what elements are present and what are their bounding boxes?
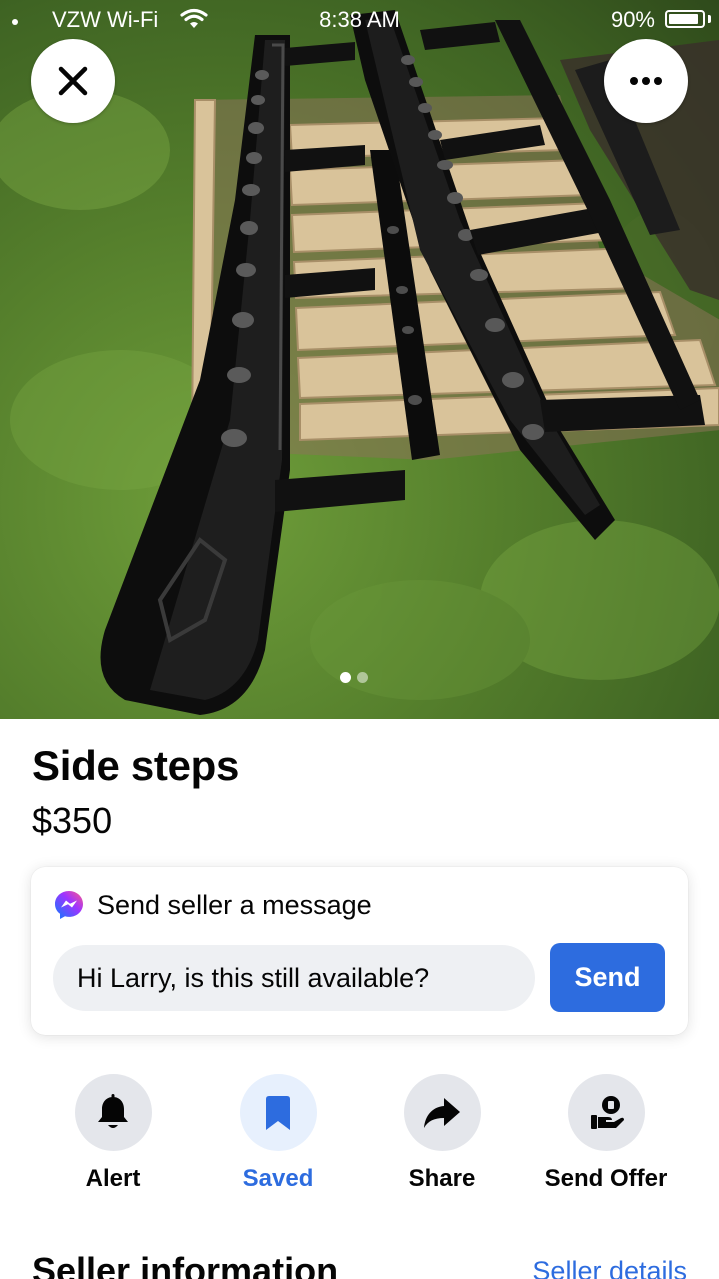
page-dot-active[interactable] — [340, 672, 351, 683]
close-button[interactable] — [31, 39, 115, 123]
message-seller-card: Send seller a message Hi Larry, is this … — [31, 867, 688, 1035]
photo-content — [0, 10, 719, 715]
seller-details-link[interactable]: Seller details — [532, 1256, 687, 1279]
send-offer-icon-wrap[interactable] — [567, 1074, 645, 1151]
listing-photo[interactable] — [0, 0, 719, 719]
more-options-button[interactable] — [604, 39, 688, 123]
bell-icon — [98, 1093, 128, 1128]
alert-label: Alert — [85, 1165, 141, 1192]
listing-title: Side steps — [32, 742, 240, 789]
close-icon — [58, 66, 88, 96]
alert-button[interactable]: Alert — [33, 1074, 193, 1193]
seller-info-heading: Seller information — [32, 1250, 339, 1279]
more-icon — [630, 77, 662, 85]
share-icon — [424, 1097, 460, 1128]
saved-icon-wrap[interactable] — [239, 1074, 317, 1151]
page-dot[interactable] — [357, 672, 368, 683]
share-label: Share — [408, 1165, 476, 1192]
share-icon-wrap[interactable] — [403, 1074, 481, 1151]
send-offer-icon — [591, 1095, 624, 1129]
saved-button[interactable]: Saved — [198, 1074, 358, 1193]
send-offer-label: Send Offer — [544, 1165, 668, 1192]
share-button[interactable]: Share — [362, 1074, 522, 1193]
battery-icon — [665, 10, 705, 28]
status-bar: VZW Wi-Fi 8:38 AM 90% — [0, 0, 719, 40]
battery-percent: 90% — [610, 7, 655, 32]
listing-price: $350 — [32, 800, 113, 841]
saved-label: Saved — [242, 1165, 314, 1192]
messenger-icon — [55, 891, 83, 919]
message-input[interactable]: Hi Larry, is this still available? — [53, 945, 535, 1011]
send-button[interactable]: Send — [550, 943, 665, 1012]
message-header: Send seller a message — [53, 889, 372, 921]
send-offer-button[interactable]: Send Offer — [526, 1074, 686, 1193]
battery-nub — [708, 15, 711, 23]
battery-level — [669, 14, 698, 24]
alert-icon-wrap[interactable] — [74, 1074, 152, 1151]
photo-pagination[interactable] — [340, 672, 368, 683]
bookmark-icon — [266, 1095, 290, 1130]
message-header-label: Send seller a message — [97, 889, 372, 920]
